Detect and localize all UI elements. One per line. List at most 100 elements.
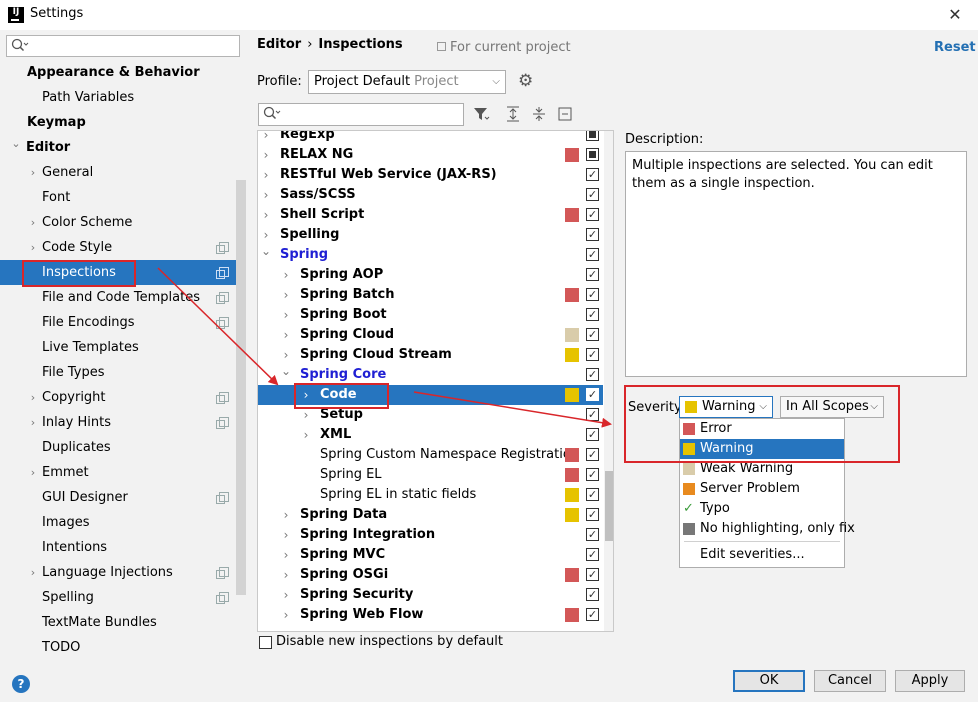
inspection-enabled-checkbox[interactable]: ✓ [586,348,599,361]
inspection-enabled-checkbox[interactable]: ✓ [586,328,599,341]
inspection-enabled-checkbox[interactable]: ✓ [586,528,599,541]
inspection-enabled-checkbox[interactable] [586,148,599,161]
gear-icon[interactable]: ⚙ [518,72,536,90]
sidebar-item[interactable]: Inspections [0,260,236,285]
tree-row[interactable]: › Spring Boot ✓ [258,305,603,325]
chevron-down-icon[interactable]: ⌄ [280,361,292,381]
sidebar-search-input[interactable] [6,35,240,57]
sidebar-item[interactable]: Keymap [0,110,236,135]
tree-row[interactable]: › Code ✓ [258,385,603,405]
inspection-enabled-checkbox[interactable]: ✓ [586,308,599,321]
help-icon[interactable]: ? [12,675,30,693]
chevron-down-icon[interactable]: ⌄ [260,241,272,261]
sidebar-item[interactable]: Live Templates [0,335,236,360]
tree-row[interactable]: › Shell Script ✓ [258,205,603,225]
chevron-right-icon[interactable]: › [260,131,272,145]
inspection-enabled-checkbox[interactable]: ✓ [586,448,599,461]
disable-new-inspections-label[interactable]: Disable new inspections by default [276,634,503,649]
severity-option[interactable]: ✓ Typo [680,499,844,519]
scope-select[interactable]: In All Scopes ⌵ [780,396,884,418]
chevron-right-icon[interactable]: › [280,585,292,605]
collapse-all-icon[interactable] [530,105,548,123]
severity-select[interactable]: Warning ⌵ [679,396,773,418]
tree-row[interactable]: › RESTful Web Service (JAX-RS) ✓ [258,165,603,185]
sidebar-item[interactable]: TextMate Bundles [0,610,236,635]
chevron-right-icon[interactable]: › [300,425,312,445]
tree-row[interactable]: › Setup ✓ [258,405,603,425]
chevron-right-icon[interactable]: › [260,145,272,165]
sidebar-scrollbar[interactable] [236,180,246,595]
sidebar-item[interactable]: Font [0,185,236,210]
tree-row[interactable]: ⌄ Spring Core ✓ [258,364,603,385]
inspection-enabled-checkbox[interactable]: ✓ [586,228,599,241]
severity-option[interactable]: Error [680,419,844,439]
inspection-enabled-checkbox[interactable]: ✓ [586,548,599,561]
chevron-right-icon[interactable]: › [27,460,39,485]
chevron-right-icon[interactable]: › [260,185,272,205]
tree-row[interactable]: › RegExp [258,131,603,145]
inspection-enabled-checkbox[interactable]: ✓ [586,288,599,301]
tree-row[interactable]: › Spring MVC ✓ [258,545,603,565]
breadcrumb-editor[interactable]: Editor [257,37,301,52]
chevron-right-icon[interactable]: › [280,565,292,585]
sidebar-item[interactable]: File Types [0,360,236,385]
apply-button[interactable]: Apply [895,670,965,692]
expand-all-icon[interactable] [504,105,522,123]
inspection-search-input[interactable] [258,103,464,126]
sidebar-item[interactable]: Images [0,510,236,535]
chevron-right-icon[interactable]: › [280,265,292,285]
sidebar-item[interactable]: › General [0,160,236,185]
tree-row[interactable]: › Spring Integration ✓ [258,525,603,545]
tree-row[interactable]: › Sass/SCSS ✓ [258,185,603,205]
tree-row[interactable]: › XML ✓ [258,425,603,445]
tree-row[interactable]: › Spring AOP ✓ [258,265,603,285]
chevron-right-icon[interactable]: › [300,385,312,405]
sidebar-item[interactable]: File and Code Templates [0,285,236,310]
filter-icon[interactable] [472,105,490,123]
tree-row[interactable]: › Spring Cloud Stream ✓ [258,345,603,365]
tree-row[interactable]: Spring EL ✓ [258,465,603,485]
inspection-enabled-checkbox[interactable]: ✓ [586,428,599,441]
sidebar-item[interactable]: File Encodings [0,310,236,335]
sidebar-item[interactable]: › Emmet [0,460,236,485]
sidebar-item[interactable]: TODO [0,635,236,660]
chevron-right-icon[interactable]: › [27,385,39,410]
sidebar-item[interactable]: ⌄ Editor [0,135,236,160]
chevron-right-icon[interactable]: › [280,285,292,305]
inspection-enabled-checkbox[interactable]: ✓ [586,368,599,381]
tree-row[interactable]: › Spring Cloud ✓ [258,325,603,345]
inspection-enabled-checkbox[interactable]: ✓ [586,208,599,221]
chevron-right-icon[interactable]: › [260,205,272,225]
inspection-enabled-checkbox[interactable]: ✓ [586,168,599,181]
chevron-right-icon[interactable]: › [280,505,292,525]
inspection-enabled-checkbox[interactable]: ✓ [586,268,599,281]
sidebar-item[interactable]: Duplicates [0,435,236,460]
inspection-enabled-checkbox[interactable]: ✓ [586,488,599,501]
sidebar-item[interactable]: › Language Injections [0,560,236,585]
sidebar-item[interactable]: Path Variables [0,85,236,110]
chevron-right-icon[interactable]: › [280,605,292,625]
sidebar-item[interactable]: › Code Style [0,235,236,260]
chevron-right-icon[interactable]: › [280,525,292,545]
profile-select[interactable]: Project Default Project ⌵ [308,70,506,94]
tree-row[interactable]: › Spring Batch ✓ [258,285,603,305]
tree-scrollbar-track[interactable] [604,131,613,631]
tree-row[interactable]: Spring EL in static fields ✓ [258,485,603,505]
severity-option[interactable]: Weak Warning [680,459,844,479]
severity-option[interactable]: Warning [680,439,844,459]
inspection-enabled-checkbox[interactable] [586,131,599,141]
tree-row[interactable]: › Spring Security ✓ [258,585,603,605]
sidebar-item[interactable]: › Copyright [0,385,236,410]
chevron-right-icon[interactable]: › [27,410,39,435]
chevron-right-icon[interactable]: › [280,305,292,325]
inspection-enabled-checkbox[interactable]: ✓ [586,188,599,201]
inspection-enabled-checkbox[interactable]: ✓ [586,388,599,401]
inspection-enabled-checkbox[interactable]: ✓ [586,248,599,261]
inspection-enabled-checkbox[interactable]: ✓ [586,588,599,601]
inspection-enabled-checkbox[interactable]: ✓ [586,408,599,421]
tree-row[interactable]: › Spring OSGi ✓ [258,565,603,585]
severity-option[interactable]: No highlighting, only fix [680,519,855,539]
chevron-right-icon[interactable]: › [300,405,312,425]
tree-row[interactable]: Spring Custom Namespace Registration ✓ [258,445,603,465]
inspection-enabled-checkbox[interactable]: ✓ [586,468,599,481]
